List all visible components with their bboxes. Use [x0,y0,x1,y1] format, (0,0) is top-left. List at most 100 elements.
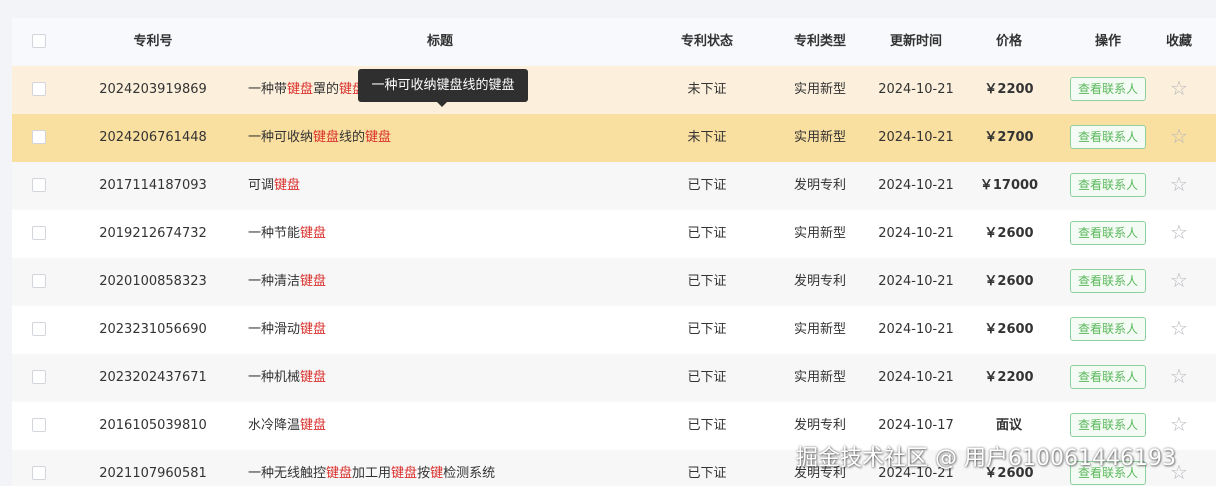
patent-type: 实用新型 [793,82,846,97]
patent-title[interactable]: 水冷降温键盘 [248,402,632,450]
tooltip-arrow [437,102,447,107]
title-text-segment: 按 [417,466,431,481]
title-text-segment: 一种清洁 [248,274,301,289]
title-tooltip: 一种可收纳键盘线的键盘 [358,69,528,102]
patent-status: 未下证 [687,130,727,145]
view-contact-button[interactable]: 查看联系人 [1070,413,1146,437]
row-checkbox[interactable] [32,418,46,432]
title-keyword-highlight: 键盘 [313,130,340,145]
col-header-status: 专利状态 [680,34,733,49]
patent-type: 实用新型 [793,226,846,241]
title-text-segment: 加工用 [352,466,392,481]
patent-number: 2023202437671 [99,370,207,385]
row-checkbox[interactable] [32,178,46,192]
patent-status: 未下证 [687,82,727,97]
title-keyword-highlight: 键盘 [274,178,301,193]
title-text-segment: 水冷降温 [248,418,301,433]
patent-title[interactable]: 可调键盘 [248,162,632,210]
patent-type: 实用新型 [793,322,846,337]
title-text-segment: 一种节能 [248,226,301,241]
view-contact-button[interactable]: 查看联系人 [1070,221,1146,245]
price: ￥2700 [984,130,1034,145]
table-row[interactable]: 2023231056690 一种滑动键盘 已下证 实用新型 2024-10-21 ￥260… [12,306,1216,354]
title-text-segment: 一种可收纳 [248,130,314,145]
star-outline-icon[interactable]: ☆ [1168,221,1190,243]
patent-status: 已下证 [687,274,727,289]
patent-title[interactable]: 一种无线触控键盘加工用键盘按键检测系统 [248,450,632,486]
row-checkbox[interactable] [32,226,46,240]
table-row[interactable]: 2017114187093 可调键盘 已下证 发明专利 2024-10-21 ￥17000… [12,162,1216,210]
table-row[interactable]: 2019212674732 一种节能键盘 已下证 实用新型 2024-10-21 ￥260… [12,210,1216,258]
col-header-updated: 更新时间 [889,34,942,49]
title-text-segment: 罩的 [313,82,340,97]
patent-title[interactable]: 一种可收纳键盘线的键盘 [248,114,632,162]
title-text-segment: 一种机械 [248,370,301,385]
title-keyword-highlight: 键盘 [300,226,327,241]
patent-status: 已下证 [687,418,727,433]
view-contact-button[interactable]: 查看联系人 [1070,77,1146,101]
update-date: 2024-10-21 [878,82,954,97]
title-keyword-highlight: 键盘 [391,466,418,481]
star-outline-icon[interactable]: ☆ [1168,365,1190,387]
patent-status: 已下证 [687,322,727,337]
view-contact-button[interactable]: 查看联系人 [1070,173,1146,197]
table-row[interactable]: 2024203919869 一种带键盘罩的键盘 未下证 实用新型 2024-10-21 ￥… [12,66,1216,114]
title-keyword-highlight: 键盘 [300,370,327,385]
table-row[interactable]: 2023202437671 一种机械键盘 已下证 实用新型 2024-10-21 ￥220… [12,354,1216,402]
title-text-segment: 一种无线触控 [248,466,327,481]
row-checkbox[interactable] [32,82,46,96]
patent-number: 2020100858323 [99,274,207,289]
patent-number: 2023231056690 [99,322,207,337]
patent-title[interactable]: 一种节能键盘 [248,210,632,258]
star-outline-icon[interactable]: ☆ [1168,77,1190,99]
price: ￥2600 [984,322,1034,337]
table-row[interactable]: 2024206761448 一种可收纳键盘线的键盘 未下证 实用新型 2024-10-2… [12,114,1216,162]
title-text-segment: 一种滑动 [248,322,301,337]
price: ￥2200 [984,82,1034,97]
update-date: 2024-10-21 [878,274,954,289]
row-checkbox[interactable] [32,274,46,288]
col-header-type: 专利类型 [793,34,846,49]
price: ￥2200 [984,370,1034,385]
star-outline-icon[interactable]: ☆ [1168,125,1190,147]
title-text-segment: 可调 [248,178,275,193]
view-contact-button[interactable]: 查看联系人 [1070,125,1146,149]
patent-type: 发明专利 [793,178,846,193]
title-text-segment: 检测系统 [443,466,496,481]
page-background-left [0,0,12,486]
patent-type: 发明专利 [793,274,846,289]
col-header-favorite: 收藏 [1165,34,1192,49]
title-keyword-highlight: 键盘 [365,130,392,145]
title-keyword-highlight: 键 [430,466,444,481]
row-checkbox[interactable] [32,466,46,480]
view-contact-button[interactable]: 查看联系人 [1070,365,1146,389]
title-text-segment: 一种带 [248,82,288,97]
patent-title[interactable]: 一种清洁键盘 [248,258,632,306]
star-outline-icon[interactable]: ☆ [1168,173,1190,195]
update-date: 2024-10-21 [878,178,954,193]
col-header-title: 标题 [426,34,453,49]
price: ￥17000 [979,178,1039,193]
patent-number: 2024203919869 [99,82,207,97]
patent-number: 2019212674732 [99,226,207,241]
star-outline-icon[interactable]: ☆ [1168,317,1190,339]
view-contact-button[interactable]: 查看联系人 [1070,269,1146,293]
star-outline-icon[interactable]: ☆ [1168,269,1190,291]
patent-number: 2016105039810 [99,418,207,433]
patent-status: 已下证 [687,226,727,241]
watermark-text: 掘金技术社区 @ 用户610061446193 [796,446,1176,471]
row-checkbox[interactable] [32,322,46,336]
star-outline-icon[interactable]: ☆ [1168,413,1190,435]
table-row[interactable]: 2020100858323 一种清洁键盘 已下证 发明专利 2024-10-21 ￥260… [12,258,1216,306]
patent-status: 已下证 [687,178,727,193]
view-contact-button[interactable]: 查看联系人 [1070,317,1146,341]
patent-list-panel: 专利号 标题 专利状态 专利类型 更新时间 价格 操作 收藏 202420391… [0,0,1216,486]
price: ￥2600 [984,226,1034,241]
row-checkbox[interactable] [32,130,46,144]
select-all-checkbox[interactable] [32,34,46,48]
patent-type: 实用新型 [793,130,846,145]
patent-title[interactable]: 一种滑动键盘 [248,306,632,354]
patent-title[interactable]: 一种机械键盘 [248,354,632,402]
row-checkbox[interactable] [32,370,46,384]
patent-number: 2024206761448 [99,130,207,145]
